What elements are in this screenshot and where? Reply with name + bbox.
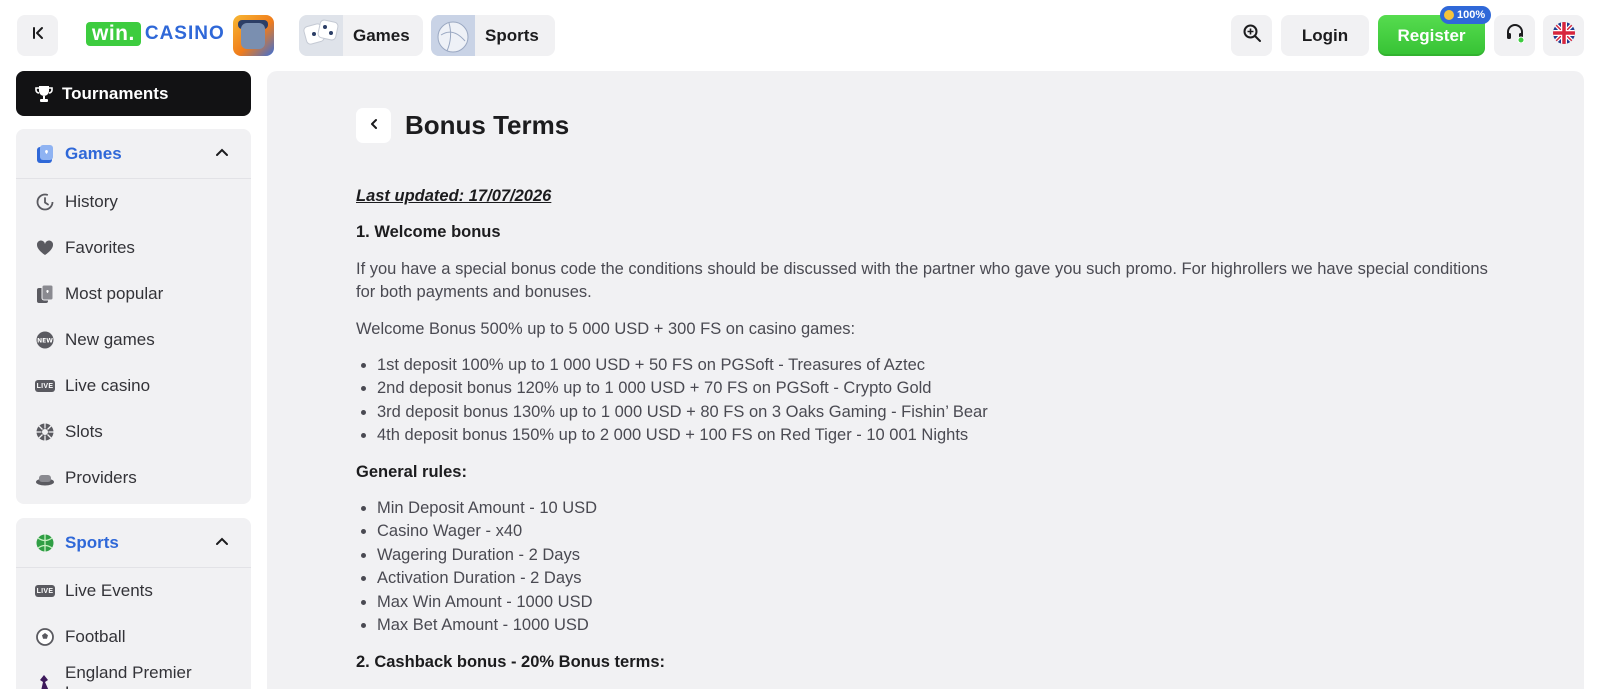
list-item: 3rd deposit bonus 130% up to 1 000 USD +…: [377, 401, 1496, 424]
sidebar-games-section: Games History Favorites Most popular NEW…: [16, 129, 251, 504]
language-button[interactable]: [1543, 15, 1584, 56]
sidebar-item-england-premier-league[interactable]: England Premier League: [16, 660, 251, 689]
search-button[interactable]: [1231, 15, 1272, 56]
site-logo[interactable]: win. CASINO: [86, 21, 225, 47]
back-button[interactable]: [356, 108, 391, 143]
general-rules-heading: General rules:: [356, 462, 467, 481]
tournaments-button[interactable]: Tournaments: [16, 71, 251, 116]
list-item: 1st deposit 100% up to 1 000 USD + 50 FS…: [377, 354, 1496, 377]
support-button[interactable]: [1494, 15, 1535, 56]
sidebar-item-history[interactable]: History: [16, 179, 251, 225]
list-item: Max Bet Amount - 1000 USD: [377, 614, 1496, 637]
headset-icon: [1505, 23, 1525, 48]
live-icon: LIVE: [35, 581, 55, 601]
welcome-summary: Welcome Bonus 500% up to 5 000 USD + 300…: [356, 319, 856, 338]
sidebar-item-label: Live Events: [65, 581, 153, 600]
bonus-terms-document: Last updated: 17/07/2026 1. Welcome bonu…: [356, 185, 1496, 687]
uk-flag-icon: [1552, 22, 1575, 49]
rules-list: Min Deposit Amount - 10 USD Casino Wager…: [377, 497, 1496, 637]
sidebar-item-most-popular[interactable]: Most popular: [16, 271, 251, 317]
search-icon: [1242, 23, 1262, 48]
premier-league-icon: [35, 673, 55, 689]
list-item: Min Deposit Amount - 10 USD: [377, 497, 1496, 520]
sidebar-games-header[interactable]: Games: [16, 129, 251, 179]
tournaments-label: Tournaments: [62, 83, 169, 103]
live-icon: LIVE: [35, 376, 55, 396]
sidebar-item-label: Favorites: [65, 238, 135, 257]
list-item: 2nd deposit bonus 120% up to 1 000 USD +…: [377, 377, 1496, 400]
collapse-sidebar-button[interactable]: [17, 15, 58, 56]
top-bar: win. CASINO Games Sports Login Register …: [0, 0, 1600, 70]
nav-sports-label: Sports: [485, 25, 539, 45]
sidebar-item-label: History: [65, 192, 118, 211]
sidebar-item-live-casino[interactable]: LIVE Live casino: [16, 363, 251, 409]
sidebar-games-title: Games: [65, 143, 122, 163]
sidebar-item-label: Live casino: [65, 376, 151, 395]
section-heading-cashback: 2. Cashback bonus - 20% Bonus terms:: [356, 652, 665, 671]
sidebar-sports-section: Sports LIVE Live Events Football England…: [16, 518, 251, 689]
svg-text:NEW: NEW: [37, 338, 53, 345]
sports-ball-icon: [35, 533, 55, 553]
promo-thumbnail[interactable]: [233, 15, 274, 56]
history-icon: [35, 192, 55, 212]
logo-win: win.: [86, 22, 141, 46]
login-button[interactable]: Login: [1281, 15, 1369, 56]
sidebar-sports-title: Sports: [65, 532, 119, 552]
slots-icon: [35, 422, 55, 442]
sidebar-item-label: Providers: [65, 468, 137, 487]
logo-casino: CASINO: [144, 23, 225, 44]
heart-icon: [35, 238, 55, 258]
chevron-left-icon: [368, 117, 380, 135]
sidebar-item-label: New games: [65, 330, 155, 349]
cards-icon: [35, 284, 55, 304]
nav-sports[interactable]: Sports: [431, 15, 555, 56]
chevron-up-icon[interactable]: [215, 535, 229, 554]
deposit-list: 1st deposit 100% up to 1 000 USD + 50 FS…: [377, 354, 1496, 448]
nav-games[interactable]: Games: [299, 15, 423, 56]
list-item: Max Win Amount - 1000 USD: [377, 591, 1496, 614]
football-icon: [35, 627, 55, 647]
sidebar-sports-header[interactable]: Sports: [16, 518, 251, 568]
list-item: Wagering Duration - 2 Days: [377, 544, 1496, 567]
sidebar-item-slots[interactable]: Slots: [16, 409, 251, 455]
list-item: Casino Wager - x40: [377, 520, 1496, 543]
sidebar-item-label: Most popular: [65, 284, 164, 303]
list-item: 4th deposit bonus 150% up to 2 000 USD +…: [377, 424, 1496, 447]
last-updated: Last updated: 17/07/2026: [356, 187, 552, 205]
register-badge-text: 100%: [1457, 9, 1486, 21]
welcome-intro-paragraph: If you have a special bonus code the con…: [356, 259, 1488, 302]
sidebar-item-providers[interactable]: Providers: [16, 455, 251, 501]
section-heading-welcome: 1. Welcome bonus: [356, 223, 501, 242]
sidebar-item-favorites[interactable]: Favorites: [16, 225, 251, 271]
dice-icon: [299, 15, 343, 56]
new-icon: NEW: [35, 330, 55, 350]
sidebar-item-football[interactable]: Football: [16, 614, 251, 660]
chevron-up-icon[interactable]: [215, 146, 229, 165]
register-bonus-badge: 100%: [1440, 6, 1492, 24]
sidebar-item-new-games[interactable]: NEW New games: [16, 317, 251, 363]
sidebar-item-label: England Premier League: [65, 663, 192, 689]
games-icon: [35, 144, 55, 164]
page-title: Bonus Terms: [405, 110, 570, 140]
providers-icon: [35, 468, 55, 488]
list-item: Activation Duration - 2 Days: [377, 567, 1496, 590]
nav-games-label: Games: [353, 25, 410, 45]
trophy-icon: [34, 84, 54, 104]
sidebar-item-label: Slots: [65, 422, 103, 441]
ball-icon: [431, 15, 475, 56]
coin-icon: [1444, 10, 1454, 20]
collapse-sidebar-icon: [30, 25, 46, 46]
sidebar-item-live-events[interactable]: LIVE Live Events: [16, 568, 251, 614]
sidebar-item-label: Football: [65, 627, 126, 646]
